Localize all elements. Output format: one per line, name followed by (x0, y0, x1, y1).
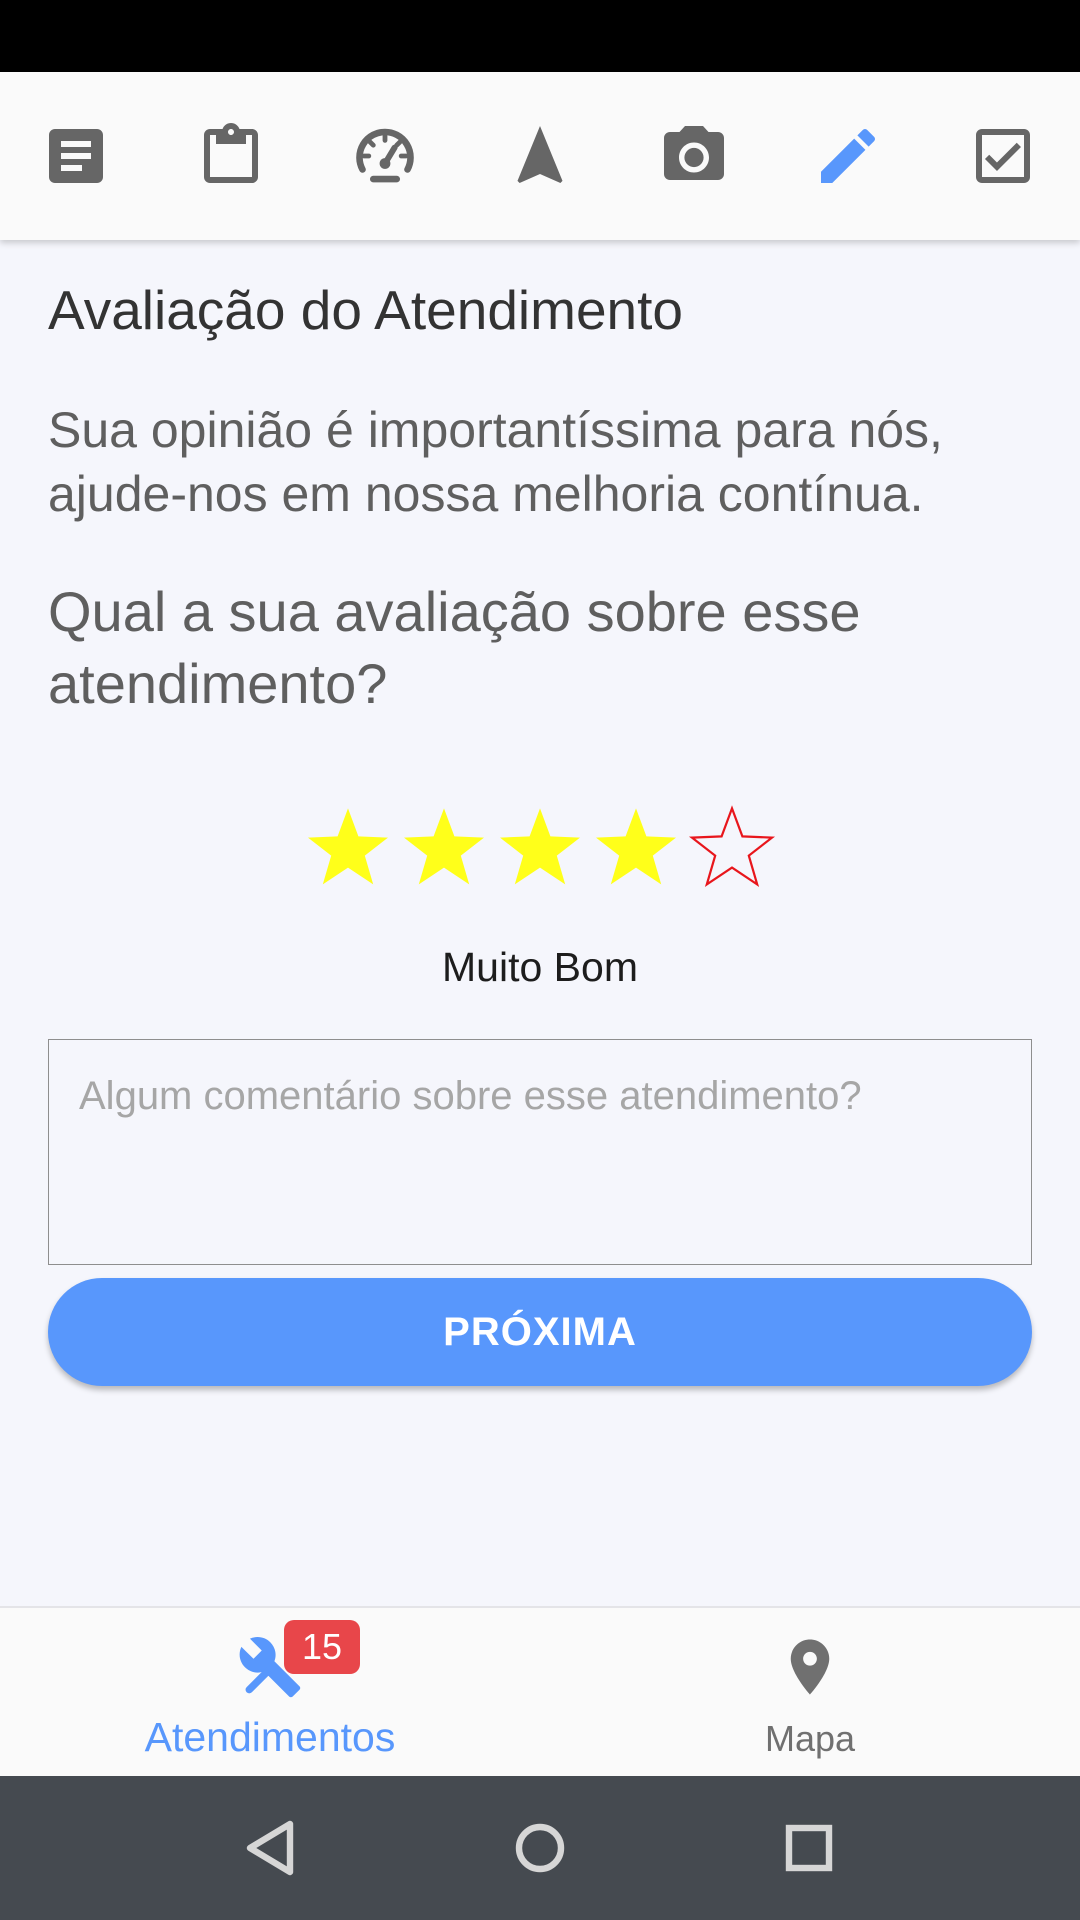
comment-input[interactable] (49, 1040, 1031, 1264)
rating-label: Muito Bom (442, 944, 638, 990)
speedometer-icon (356, 128, 414, 183)
page-title: Avaliação do Atendimento (48, 279, 683, 341)
system-nav-bar (0, 1776, 1080, 1920)
star-rating (48, 802, 1032, 952)
step-toolbar (0, 72, 1080, 240)
document-icon (49, 129, 103, 183)
bottom-nav: 15 Atendimentos Mapa (0, 1606, 1080, 1776)
toolbar-checkbox-button[interactable] (938, 72, 1068, 240)
home-icon (515, 1823, 565, 1873)
checkbox-icon (976, 129, 1030, 183)
recents-icon (785, 1824, 833, 1872)
toolbar-navigation-button[interactable] (475, 72, 605, 240)
notification-badge: 15 (284, 1620, 360, 1674)
star-filled-icon[interactable] (396, 802, 492, 898)
home-button[interactable] (500, 1808, 580, 1888)
intro-text: Sua opinião é importantíssima para nós, … (48, 402, 943, 522)
nav-label-atendimentos: Atendimentos (144, 1714, 396, 1760)
toolbar-speedometer-button[interactable] (320, 72, 450, 240)
map-pin-icon (777, 1634, 843, 1700)
clipboard-icon (204, 123, 258, 183)
nav-item-mapa[interactable]: Mapa (540, 1608, 1080, 1776)
star-filled-icon[interactable] (588, 802, 684, 898)
toolbar-pencil-button[interactable] (783, 72, 913, 240)
comment-box (48, 1039, 1032, 1265)
star-filled-icon[interactable] (492, 802, 588, 898)
recents-button[interactable] (769, 1808, 849, 1888)
question-text: Qual a sua avaliação sobre esse atendime… (48, 580, 861, 715)
nav-item-atendimentos[interactable]: 15 Atendimentos (0, 1608, 540, 1776)
back-button[interactable] (230, 1808, 310, 1888)
toolbar-camera-button[interactable] (629, 72, 759, 240)
navigation-arrow-icon (517, 126, 563, 183)
camera-icon (664, 126, 724, 180)
toolbar-document-button[interactable] (11, 72, 141, 240)
toolbar-clipboard-button[interactable] (166, 72, 296, 240)
status-bar (0, 0, 1080, 72)
star-filled-icon[interactable] (300, 802, 396, 898)
nav-label-mapa: Mapa (764, 1718, 856, 1759)
star-empty-icon[interactable] (684, 802, 780, 898)
back-icon (246, 1820, 294, 1876)
pencil-icon (821, 128, 876, 183)
next-button[interactable]: PRÓXIMA (48, 1278, 1032, 1386)
